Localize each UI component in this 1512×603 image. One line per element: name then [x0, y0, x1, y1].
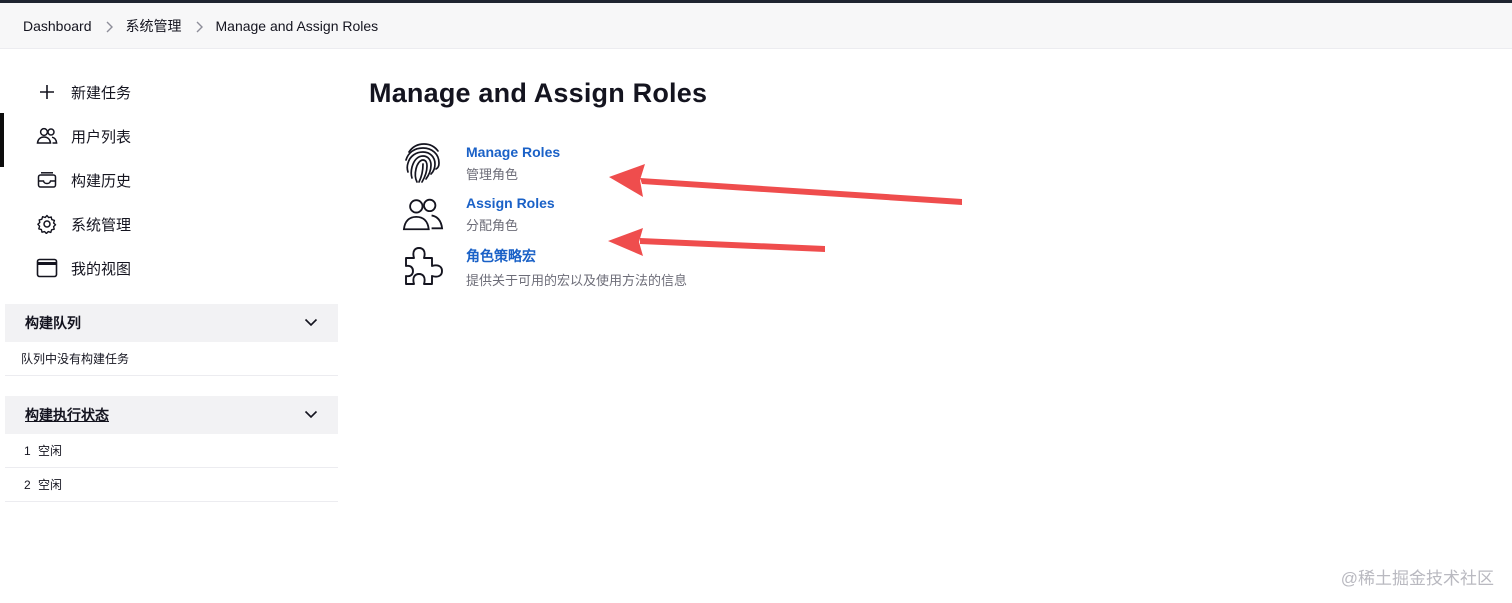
assign-roles-item[interactable]: Assign Roles 分配角色 [402, 193, 822, 241]
window-icon [36, 257, 58, 279]
executor-row: 2 空闲 [5, 468, 338, 502]
role-strategy-macros-description: 提供关于可用的宏以及使用方法的信息 [466, 273, 688, 288]
chevron-down-icon[interactable] [304, 314, 318, 332]
assign-roles-link[interactable]: Assign Roles [466, 195, 555, 211]
sidebar-item-label: 系统管理 [71, 216, 132, 234]
breadcrumb: Dashboard 系统管理 Manage and Assign Roles [0, 3, 1512, 49]
sidebar-item-label: 用户列表 [71, 128, 132, 146]
history-icon [36, 169, 58, 191]
breadcrumb-dashboard[interactable]: Dashboard [23, 18, 92, 34]
build-queue-title: 构建队列 [25, 315, 81, 331]
chevron-down-icon[interactable] [304, 406, 318, 424]
build-queue-empty-text: 队列中没有构建任务 [5, 342, 338, 376]
sidebar-item-new-job[interactable]: 新建任务 [5, 70, 338, 114]
sidebar-item-label: 我的视图 [71, 260, 132, 278]
manage-roles-description: 管理角色 [466, 167, 519, 182]
plus-icon [36, 81, 58, 103]
chevron-right-icon [92, 18, 126, 34]
sidebar: 新建任务 用户列表 构建历史 系统管理 我的视图 构建队列 队列中没有构建任务 … [5, 70, 338, 502]
assign-roles-description: 分配角色 [466, 218, 519, 233]
executor-status: 空闲 [38, 444, 63, 458]
executor-status: 空闲 [38, 478, 63, 492]
main-content: Manage and Assign Roles [369, 78, 707, 109]
sidebar-item-system-management[interactable]: 系统管理 [5, 202, 338, 246]
role-strategy-macros-item[interactable]: 角色策略宏 提供关于可用的宏以及使用方法的信息 [402, 244, 822, 292]
manage-roles-item[interactable]: Manage Roles 管理角色 [402, 142, 822, 190]
chevron-right-icon [182, 18, 216, 34]
role-strategy-macros-link[interactable]: 角色策略宏 [466, 246, 687, 266]
breadcrumb-manage-assign-roles[interactable]: Manage and Assign Roles [216, 18, 379, 34]
sidebar-item-users[interactable]: 用户列表 [5, 114, 338, 158]
watermark: @稀土掘金技术社区 [1340, 569, 1494, 588]
fingerprint-icon [402, 142, 444, 184]
sidebar-item-build-history[interactable]: 构建历史 [5, 158, 338, 202]
breadcrumb-system-management[interactable]: 系统管理 [126, 16, 182, 36]
manage-roles-link[interactable]: Manage Roles [466, 144, 560, 160]
executors-title[interactable]: 构建执行状态 [25, 405, 109, 425]
users-icon [36, 125, 58, 147]
sidebar-item-label: 新建任务 [71, 84, 132, 102]
page-title: Manage and Assign Roles [369, 78, 708, 108]
executor-number: 2 [24, 477, 31, 492]
window-edge [0, 113, 4, 167]
sidebar-item-my-views[interactable]: 我的视图 [5, 246, 338, 290]
gear-icon [36, 213, 58, 235]
executor-number: 1 [24, 443, 31, 458]
executor-row: 1 空闲 [5, 434, 338, 468]
sidebar-item-label: 构建历史 [71, 172, 132, 190]
executors-header[interactable]: 构建执行状态 [5, 396, 338, 434]
puzzle-icon [402, 244, 444, 286]
users-icon [402, 193, 444, 235]
build-queue-header[interactable]: 构建队列 [5, 304, 338, 342]
